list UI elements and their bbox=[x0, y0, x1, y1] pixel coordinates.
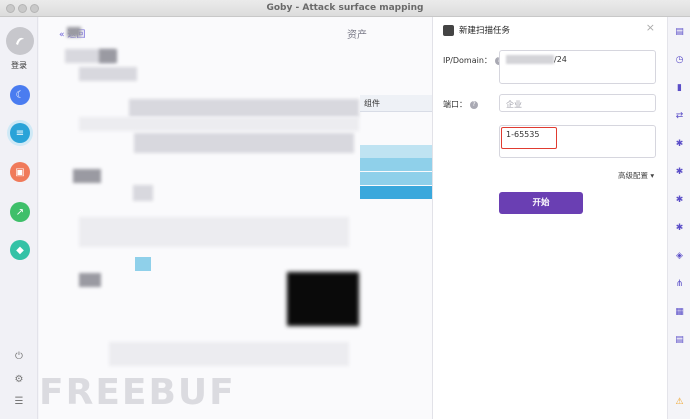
redacted-block bbox=[79, 67, 137, 81]
redacted-ip bbox=[506, 55, 554, 64]
task-icon[interactable]: ▤ bbox=[674, 27, 685, 38]
goby-logo[interactable] bbox=[6, 27, 34, 55]
redacted-block bbox=[79, 273, 101, 287]
component-column-header[interactable]: 组件 bbox=[360, 95, 432, 112]
right-icon-rail: ▤ ◷ ▮ ⇄ ✱ ✱ ✱ ✱ ◈ ⋔ ▦ ▤ ⚠ bbox=[667, 17, 690, 419]
settings-icon[interactable]: ⚙ bbox=[13, 374, 25, 386]
component-bar bbox=[360, 172, 432, 185]
assets-page: « 返回 资产 组件 FREEBUF bbox=[39, 17, 432, 419]
redacted-block bbox=[67, 27, 81, 37]
bug-spark-icon[interactable]: ✱ bbox=[674, 223, 685, 234]
warning-icon[interactable]: ⚠ bbox=[674, 397, 685, 408]
list-icon[interactable]: ≡ bbox=[10, 123, 30, 143]
moon-icon[interactable]: ☾ bbox=[10, 85, 30, 105]
redacted-block bbox=[133, 185, 153, 201]
grid-icon[interactable]: ▦ bbox=[674, 307, 685, 318]
share-icon[interactable]: ⋔ bbox=[674, 279, 685, 290]
redacted-block bbox=[99, 49, 117, 63]
component-bar bbox=[360, 158, 432, 171]
close-window-button[interactable] bbox=[6, 4, 15, 13]
start-button[interactable]: 开始 bbox=[499, 192, 583, 214]
clock-icon[interactable]: ◷ bbox=[674, 55, 685, 66]
port-label-text: 端口： bbox=[443, 100, 467, 109]
new-scan-task-panel: 新建扫描任务 × IP/Domain： ? /24 端口： ? 企业 1-655… bbox=[432, 17, 667, 419]
left-sidebar: 登录 ☾ ≡ ▣ ↗ ◆ ⏻ ⚙ ☰ bbox=[0, 17, 38, 419]
port-placeholder: 企业 bbox=[506, 100, 522, 109]
redacted-black-block bbox=[287, 272, 359, 326]
table-icon[interactable]: ▤ bbox=[674, 335, 685, 346]
redacted-row bbox=[79, 217, 349, 247]
bug-crawl-icon[interactable]: ✱ bbox=[674, 195, 685, 206]
ip-value: /24 bbox=[554, 55, 567, 64]
plugin-icon[interactable]: ◆ bbox=[10, 240, 30, 260]
minimize-window-button[interactable] bbox=[18, 4, 27, 13]
window-titlebar: Goby - Attack surface mapping bbox=[0, 0, 690, 17]
ip-domain-input[interactable]: /24 bbox=[499, 50, 656, 84]
ip-domain-label-text: IP/Domain： bbox=[443, 56, 492, 65]
panel-title: 新建扫描任务 bbox=[459, 26, 511, 36]
close-icon[interactable]: × bbox=[646, 21, 655, 34]
panel-header: 新建扫描任务 bbox=[443, 24, 510, 36]
redacted-row bbox=[79, 117, 359, 131]
doc-icon[interactable]: ▮ bbox=[674, 83, 685, 94]
ip-domain-label: IP/Domain： ? bbox=[443, 55, 503, 66]
help-icon[interactable]: ? bbox=[470, 100, 478, 109]
window-title: Goby - Attack surface mapping bbox=[266, 3, 424, 13]
chart-icon[interactable]: ↗ bbox=[10, 202, 30, 222]
port-select[interactable]: 企业 bbox=[499, 94, 656, 112]
shield-icon[interactable]: ◈ bbox=[674, 251, 685, 262]
bug-icon[interactable]: ✱ bbox=[674, 139, 685, 150]
report-icon[interactable]: ▣ bbox=[10, 162, 30, 182]
swap-icon[interactable]: ⇄ bbox=[674, 111, 685, 122]
advanced-config-toggle[interactable]: 高级配置 ▾ bbox=[618, 170, 654, 181]
redacted-row bbox=[109, 342, 349, 366]
watermark: FREEBUF bbox=[39, 372, 236, 413]
zoom-window-button[interactable] bbox=[30, 4, 39, 13]
bug-alt-icon[interactable]: ✱ bbox=[674, 167, 685, 178]
menu-icon[interactable]: ☰ bbox=[13, 396, 25, 408]
component-bar bbox=[360, 186, 432, 199]
redacted-block bbox=[135, 257, 151, 271]
component-bar bbox=[360, 145, 432, 158]
server-icon bbox=[443, 24, 454, 36]
redacted-row bbox=[134, 133, 354, 153]
highlight-box bbox=[501, 127, 557, 149]
port-label: 端口： ? bbox=[443, 99, 478, 110]
login-link[interactable]: 登录 bbox=[0, 60, 38, 71]
power-icon[interactable]: ⏻ bbox=[13, 351, 25, 363]
redacted-block bbox=[73, 169, 101, 183]
page-title: 资产 bbox=[347, 30, 367, 41]
redacted-row bbox=[129, 99, 359, 117]
